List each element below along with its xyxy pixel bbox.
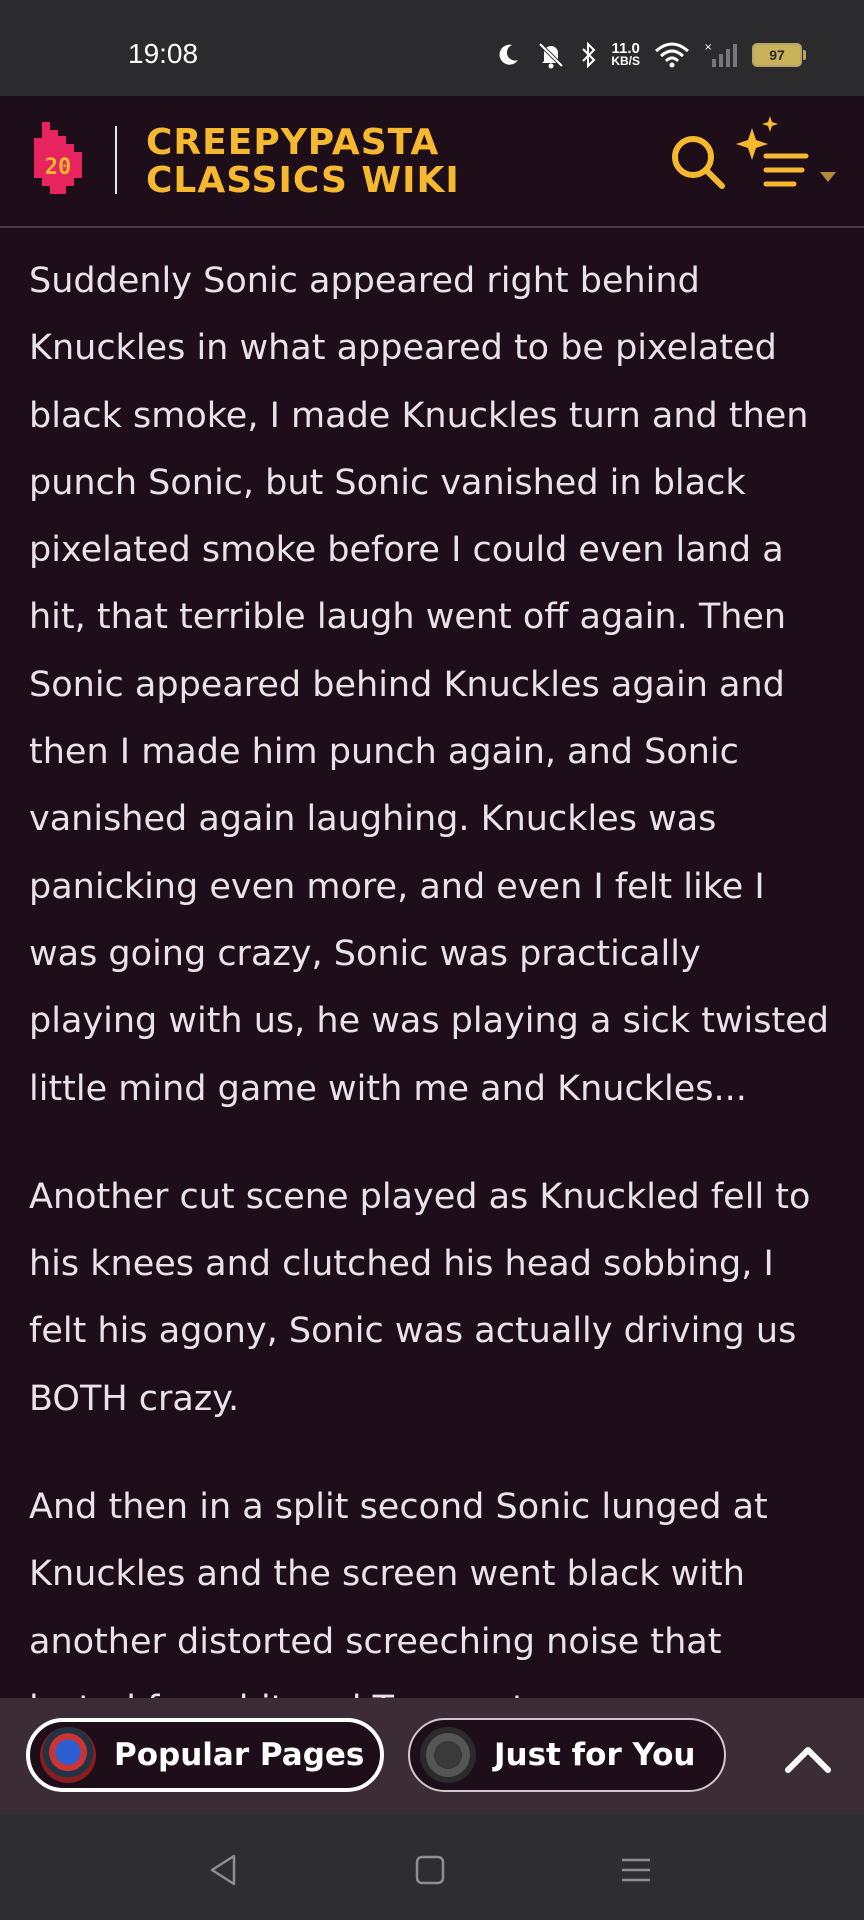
- recommendations-bar: Popular Pages Just for You: [0, 1698, 864, 1814]
- explore-menu-button[interactable]: [730, 112, 840, 192]
- home-square-icon: [415, 1855, 445, 1885]
- flame-logo-icon: 20: [34, 122, 82, 194]
- wifi-icon: [654, 41, 690, 69]
- popular-pages-label: Popular Pages: [114, 1737, 365, 1773]
- just-for-you-label: Just for You: [494, 1737, 696, 1773]
- search-icon: [672, 136, 725, 189]
- chevron-up-icon: [785, 1747, 831, 1773]
- popular-pages-thumbnail: [40, 1727, 96, 1783]
- signal-icon: ×: [704, 41, 738, 69]
- system-nav-bar: [0, 1814, 864, 1920]
- battery-indicator: 97: [752, 43, 806, 67]
- menu-lines-icon: [622, 1858, 650, 1882]
- bluetooth-icon: [581, 41, 597, 69]
- status-time: 19:08: [128, 38, 199, 69]
- wiki-logo[interactable]: 20: [28, 118, 88, 202]
- scroll-to-top-button[interactable]: [780, 1730, 836, 1786]
- bar-edge: [0, 1698, 864, 1700]
- status-bar: 19:08 11.0 KB/S × 97: [0, 0, 864, 96]
- just-for-you-button[interactable]: Just for You: [408, 1718, 726, 1792]
- home-button[interactable]: [410, 1850, 450, 1890]
- net-speed-unit: KB/S: [611, 54, 640, 68]
- back-button[interactable]: [204, 1850, 244, 1890]
- wiki-title[interactable]: CREEPYPASTA CLASSICS WIKI: [146, 124, 466, 200]
- back-triangle-icon: [210, 1854, 236, 1886]
- article-paragraph: Suddenly Sonic appeared right behind Knu…: [29, 261, 829, 1109]
- svg-text:×: ×: [704, 42, 712, 53]
- popular-pages-button[interactable]: Popular Pages: [26, 1718, 384, 1792]
- header-divider: [115, 126, 117, 194]
- just-for-you-thumbnail: [420, 1727, 476, 1783]
- sparkle-menu-icon: [736, 116, 836, 187]
- mute-bell-icon: [535, 41, 567, 69]
- status-icons: 11.0 KB/S × 97: [495, 38, 806, 72]
- site-header: 20 CREEPYPASTA CLASSICS WIKI: [0, 96, 864, 228]
- net-speed: 11.0 KB/S: [611, 41, 640, 68]
- logo-number: 20: [45, 155, 72, 180]
- article-body: Suddenly Sonic appeared right behind Knu…: [29, 248, 839, 1784]
- recents-button[interactable]: [616, 1850, 656, 1890]
- moon-icon: [495, 42, 521, 68]
- article-paragraph: Another cut scene played as Knuckled fel…: [29, 1176, 811, 1419]
- search-button[interactable]: [668, 132, 728, 192]
